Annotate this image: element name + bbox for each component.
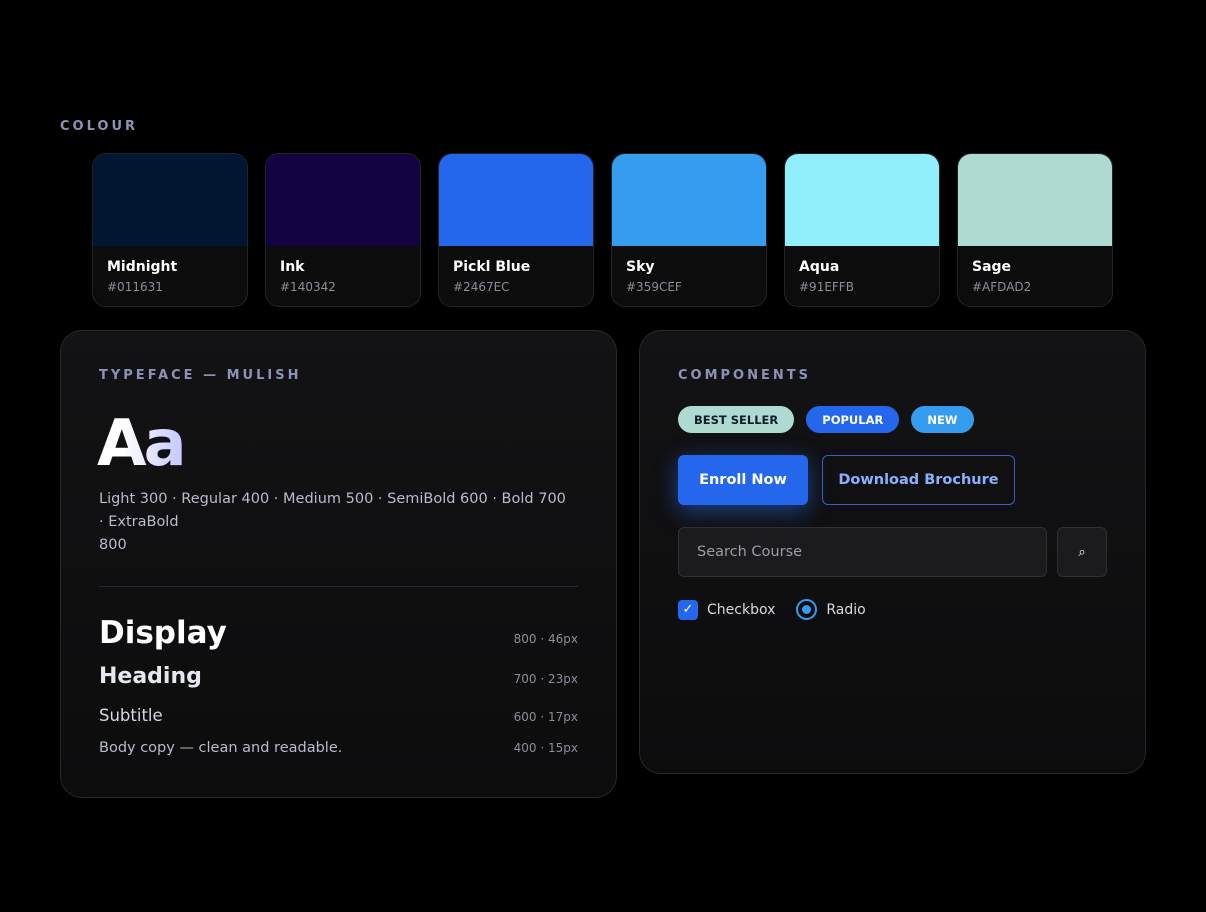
checkmark-icon: ✓ [682, 602, 694, 617]
swatch-hex: #359CEF [626, 280, 682, 294]
option-row: ✓ Checkbox Radio [678, 599, 866, 620]
scale-spec: 800 · 46px [513, 632, 578, 646]
typeface-card [60, 330, 617, 798]
badge-best-seller: BEST SELLER [678, 406, 795, 433]
swatch-name: Sky [626, 259, 655, 275]
badge-row: BEST SELLER POPULAR NEW [678, 406, 974, 433]
radio-label[interactable]: Radio [826, 602, 865, 618]
badge-popular: POPULAR [806, 406, 900, 433]
weights-line: Light 300 · Regular 400 · Medium 500 · S… [99, 491, 566, 530]
scale-spec: 700 · 23px [513, 672, 578, 686]
colour-swatches: Midnight #011631 Ink #140342 Pickl Blue … [92, 153, 1113, 307]
swatch-color [958, 154, 1112, 246]
typeface-sample: Aa [97, 407, 187, 481]
checkbox[interactable]: ✓ [678, 599, 698, 620]
search-course-input[interactable] [678, 527, 1047, 577]
checkbox-label[interactable]: Checkbox [707, 602, 775, 618]
swatch-aqua: Aqua #91EFFB [784, 153, 940, 307]
swatch-color [785, 154, 939, 246]
swatch-hex: #AFDAD2 [972, 280, 1032, 294]
swatch-pickl-blue: Pickl Blue #2467EC [438, 153, 594, 307]
swatch-name: Sage [972, 259, 1012, 275]
weights-tail: 800 [99, 537, 127, 553]
swatch-color [266, 154, 420, 246]
type-scale-subtitle: Subtitle 600 · 17px [99, 706, 578, 725]
swatch-color [612, 154, 766, 246]
scale-spec: 400 · 15px [513, 741, 578, 755]
swatch-color [439, 154, 593, 246]
scale-name: Body copy — clean and readable. [99, 740, 343, 756]
badge-new: NEW [911, 406, 974, 433]
swatch-sky: Sky #359CEF [611, 153, 767, 307]
swatch-hex: #91EFFB [799, 280, 854, 294]
swatch-name: Midnight [107, 259, 178, 275]
swatch-name: Aqua [799, 259, 840, 275]
type-scale-display: Display 800 · 46px [99, 615, 578, 651]
download-brochure-button[interactable]: Download Brochure [822, 455, 1015, 505]
swatch-midnight: Midnight #011631 [92, 153, 248, 307]
typeface-weights: Light 300 · Regular 400 · Medium 500 · S… [99, 488, 569, 557]
type-scale-body: Body copy — clean and readable. 400 · 15… [99, 740, 578, 756]
swatch-name: Pickl Blue [453, 259, 531, 275]
swatch-color [93, 154, 247, 246]
components-label: COMPONENTS [678, 368, 811, 383]
swatch-hex: #2467EC [453, 280, 510, 294]
enroll-now-button[interactable]: Enroll Now [678, 455, 808, 505]
typeface-divider [99, 586, 578, 587]
scale-name: Subtitle [99, 706, 163, 725]
magnifier-icon: ⌕ [1078, 544, 1086, 560]
colour-section-label: COLOUR [60, 119, 139, 134]
swatch-hex: #011631 [107, 280, 163, 294]
type-scale-heading: Heading 700 · 23px [99, 664, 578, 689]
radio-dot [802, 605, 812, 614]
design-system-page: COLOUR Midnight #011631 Ink #140342 Pick… [0, 0, 1206, 912]
scale-spec: 600 · 17px [513, 710, 578, 724]
radio-button[interactable] [796, 599, 818, 620]
swatch-sage: Sage #AFDAD2 [957, 153, 1113, 307]
swatch-ink: Ink #140342 [265, 153, 421, 307]
swatch-name: Ink [280, 259, 305, 275]
scale-name: Heading [99, 664, 202, 689]
swatch-hex: #140342 [280, 280, 336, 294]
typeface-label: TYPEFACE — MULISH [99, 368, 302, 383]
scale-name: Display [99, 615, 227, 651]
search-button[interactable]: ⌕ [1057, 527, 1107, 577]
